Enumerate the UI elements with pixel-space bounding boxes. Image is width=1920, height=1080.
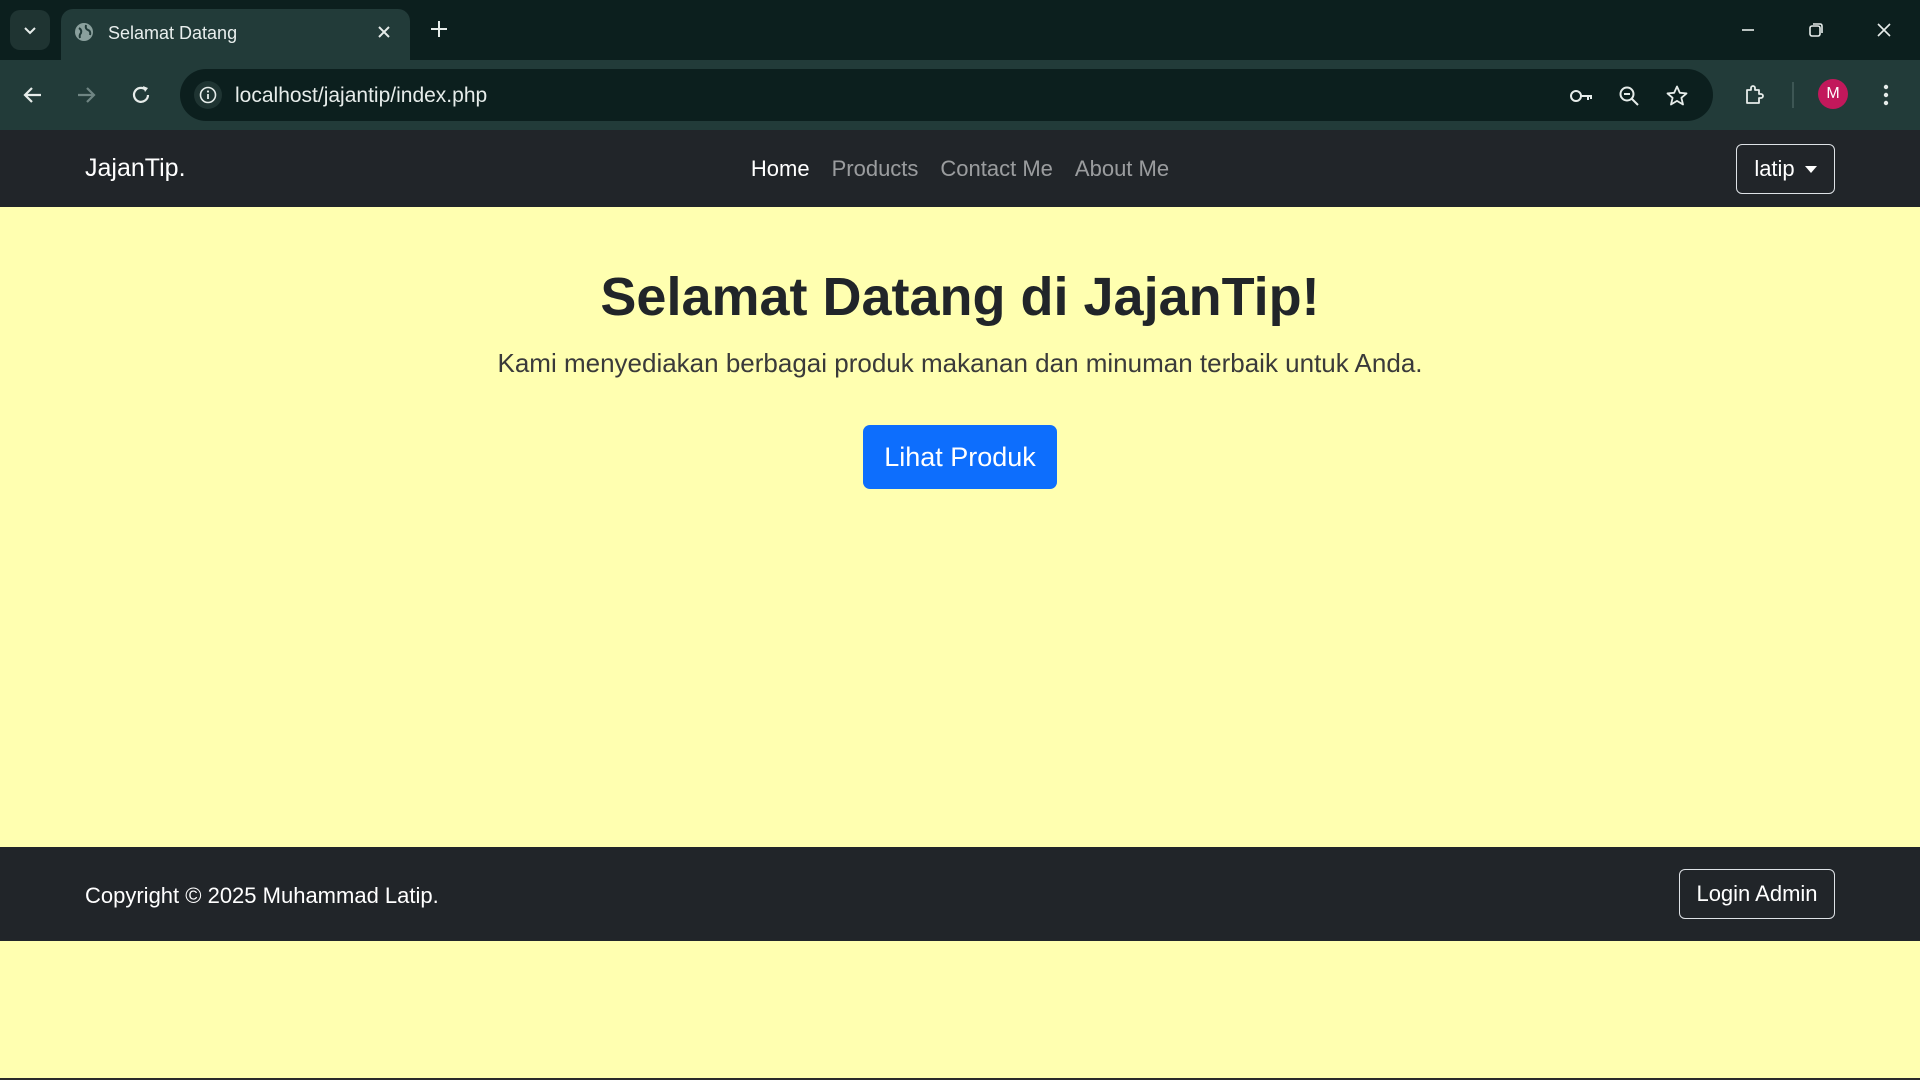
user-name: latip — [1754, 156, 1795, 181]
globe-icon — [73, 21, 95, 43]
address-bar[interactable]: localhost/jajantip/index.php — [180, 69, 1713, 121]
site-footer: Copyright © 2025 Muhammad Latip. Login A… — [0, 847, 1920, 941]
minimize-icon[interactable] — [1728, 12, 1768, 48]
copyright-text: Copyright © 2025 Muhammad Latip. — [85, 883, 439, 908]
key-icon[interactable] — [1566, 81, 1596, 111]
toolbar-divider — [1792, 82, 1794, 108]
browser-tabstrip: Selamat Datang — [0, 0, 1920, 60]
restore-icon[interactable] — [1796, 12, 1836, 48]
url-text: localhost/jajantip/index.php — [235, 84, 488, 107]
avatar[interactable]: M — [1818, 79, 1848, 109]
hero-subtitle: Kami menyediakan berbagai produk makanan… — [497, 348, 1423, 378]
browser-tab[interactable]: Selamat Datang — [61, 9, 410, 60]
nav-links: Home Products Contact Me About Me — [0, 156, 1920, 182]
nav-link-products[interactable]: Products — [832, 156, 919, 182]
login-admin-button[interactable]: Login Admin — [1679, 869, 1835, 919]
nav-link-about[interactable]: About Me — [1075, 156, 1169, 182]
browser-toolbar: localhost/jajantip/index.php M — [0, 60, 1920, 130]
site-navbar: JajanTip. Home Products Contact Me About… — [0, 130, 1920, 207]
tab-title: Selamat Datang — [108, 23, 238, 43]
hero-title: Selamat Datang di JajanTip! — [600, 267, 1320, 327]
nav-link-contact[interactable]: Contact Me — [940, 156, 1053, 182]
back-icon[interactable] — [15, 77, 51, 113]
caret-down-icon — [1804, 165, 1817, 173]
extensions-icon[interactable] — [1736, 77, 1772, 113]
nav-link-home[interactable]: Home — [751, 156, 810, 182]
plus-icon[interactable] — [424, 14, 454, 44]
window-close-icon[interactable] — [1864, 12, 1904, 48]
zoom-icon[interactable] — [1614, 81, 1644, 111]
menu-icon[interactable] — [1868, 77, 1904, 113]
close-icon[interactable] — [372, 20, 396, 44]
tab-search-icon[interactable] — [10, 10, 50, 50]
view-products-button[interactable]: Lihat Produk — [863, 425, 1057, 489]
user-dropdown-button[interactable]: latip — [1736, 144, 1835, 194]
info-icon[interactable] — [194, 81, 222, 109]
forward-icon[interactable] — [68, 77, 104, 113]
reload-icon[interactable] — [123, 77, 159, 113]
star-icon[interactable] — [1662, 81, 1692, 111]
